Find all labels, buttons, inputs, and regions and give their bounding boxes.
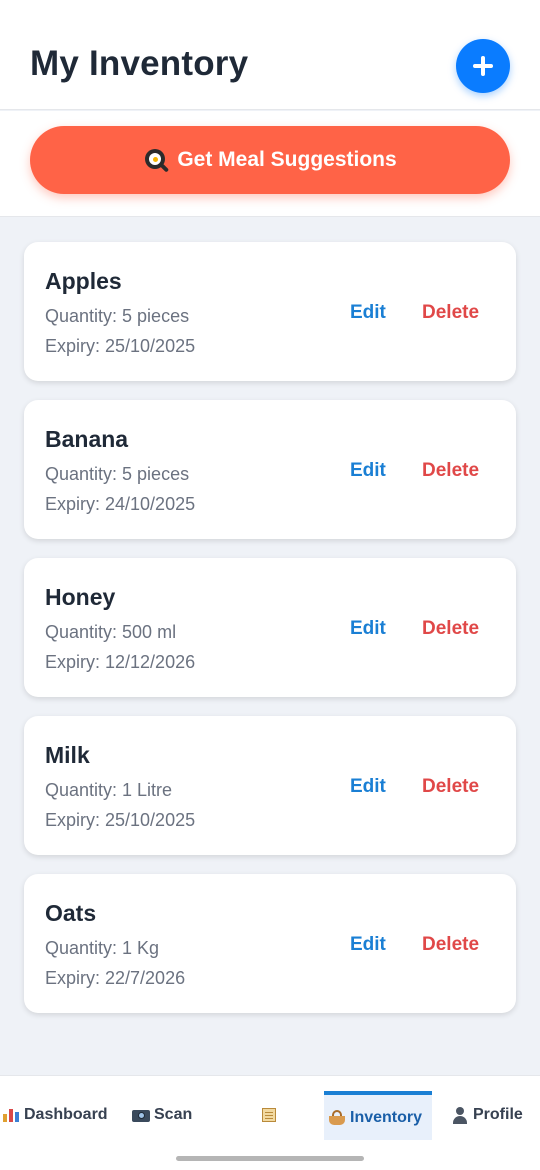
delete-button[interactable]: Delete xyxy=(422,618,479,640)
inventory-card: Banana Quantity: 5 pieces Expiry: 24/10/… xyxy=(24,400,516,539)
add-item-button[interactable] xyxy=(456,39,510,93)
meal-suggestions-label: Get Meal Suggestions xyxy=(177,148,397,171)
item-expiry: Expiry: 25/10/2025 xyxy=(45,336,196,356)
item-quantity: Quantity: 1 Litre xyxy=(45,780,173,800)
tab-scan[interactable]: Scan xyxy=(132,1106,192,1124)
item-quantity: Quantity: 5 pieces xyxy=(45,306,190,326)
inventory-card: Oats Quantity: 1 Kg Expiry: 22/7/2026 Ed… xyxy=(24,874,516,1013)
tab-label: Dashboard xyxy=(24,1106,108,1123)
tab-inventory[interactable]: Inventory xyxy=(328,1109,422,1127)
inventory-list: Apples Quantity: 5 pieces Expiry: 25/10/… xyxy=(24,242,516,1032)
item-quantity: Quantity: 5 pieces xyxy=(45,464,190,484)
item-name: Apples xyxy=(45,268,122,294)
edit-button[interactable]: Edit xyxy=(350,618,386,640)
item-name: Oats xyxy=(45,900,97,926)
tab-recipes[interactable] xyxy=(259,1106,279,1124)
cta-bar: Get Meal Suggestions xyxy=(0,111,540,217)
delete-button[interactable]: Delete xyxy=(422,302,479,324)
inventory-card: Apples Quantity: 5 pieces Expiry: 25/10/… xyxy=(24,242,516,381)
delete-button[interactable]: Delete xyxy=(422,776,479,798)
frying-pan-egg-icon xyxy=(143,147,170,173)
item-quantity: Quantity: 500 ml xyxy=(45,622,177,642)
meal-suggestions-button[interactable]: Get Meal Suggestions xyxy=(30,126,510,194)
item-expiry: Expiry: 22/7/2026 xyxy=(45,968,186,988)
tab-label: Scan xyxy=(154,1106,193,1123)
inventory-card: Milk Quantity: 1 Litre Expiry: 25/10/202… xyxy=(24,716,516,855)
item-expiry: Expiry: 24/10/2025 xyxy=(45,494,196,514)
tab-label: Profile xyxy=(473,1106,523,1123)
basket-icon xyxy=(328,1109,346,1127)
item-name: Honey xyxy=(45,584,116,610)
item-quantity: Quantity: 1 Kg xyxy=(45,938,160,958)
plus-icon xyxy=(473,56,493,76)
tab-label: Inventory xyxy=(350,1109,423,1126)
scroll-icon xyxy=(259,1106,279,1124)
item-name: Milk xyxy=(45,742,90,768)
home-indicator[interactable] xyxy=(176,1156,364,1161)
delete-button[interactable]: Delete xyxy=(422,934,479,956)
camera-icon xyxy=(132,1106,150,1124)
delete-button[interactable]: Delete xyxy=(422,460,479,482)
header: My Inventory xyxy=(0,0,540,110)
item-name: Banana xyxy=(45,426,129,452)
person-icon xyxy=(451,1106,469,1124)
edit-button[interactable]: Edit xyxy=(350,460,386,482)
item-expiry: Expiry: 25/10/2025 xyxy=(45,810,196,830)
page-title: My Inventory xyxy=(30,44,249,83)
tab-dashboard[interactable]: Dashboard xyxy=(2,1106,108,1124)
tab-profile[interactable]: Profile xyxy=(451,1106,523,1124)
edit-button[interactable]: Edit xyxy=(350,776,386,798)
bar-chart-icon xyxy=(2,1106,20,1124)
edit-button[interactable]: Edit xyxy=(350,934,386,956)
edit-button[interactable]: Edit xyxy=(350,302,386,324)
inventory-card: Honey Quantity: 500 ml Expiry: 12/12/202… xyxy=(24,558,516,697)
item-expiry: Expiry: 12/12/2026 xyxy=(45,652,196,672)
